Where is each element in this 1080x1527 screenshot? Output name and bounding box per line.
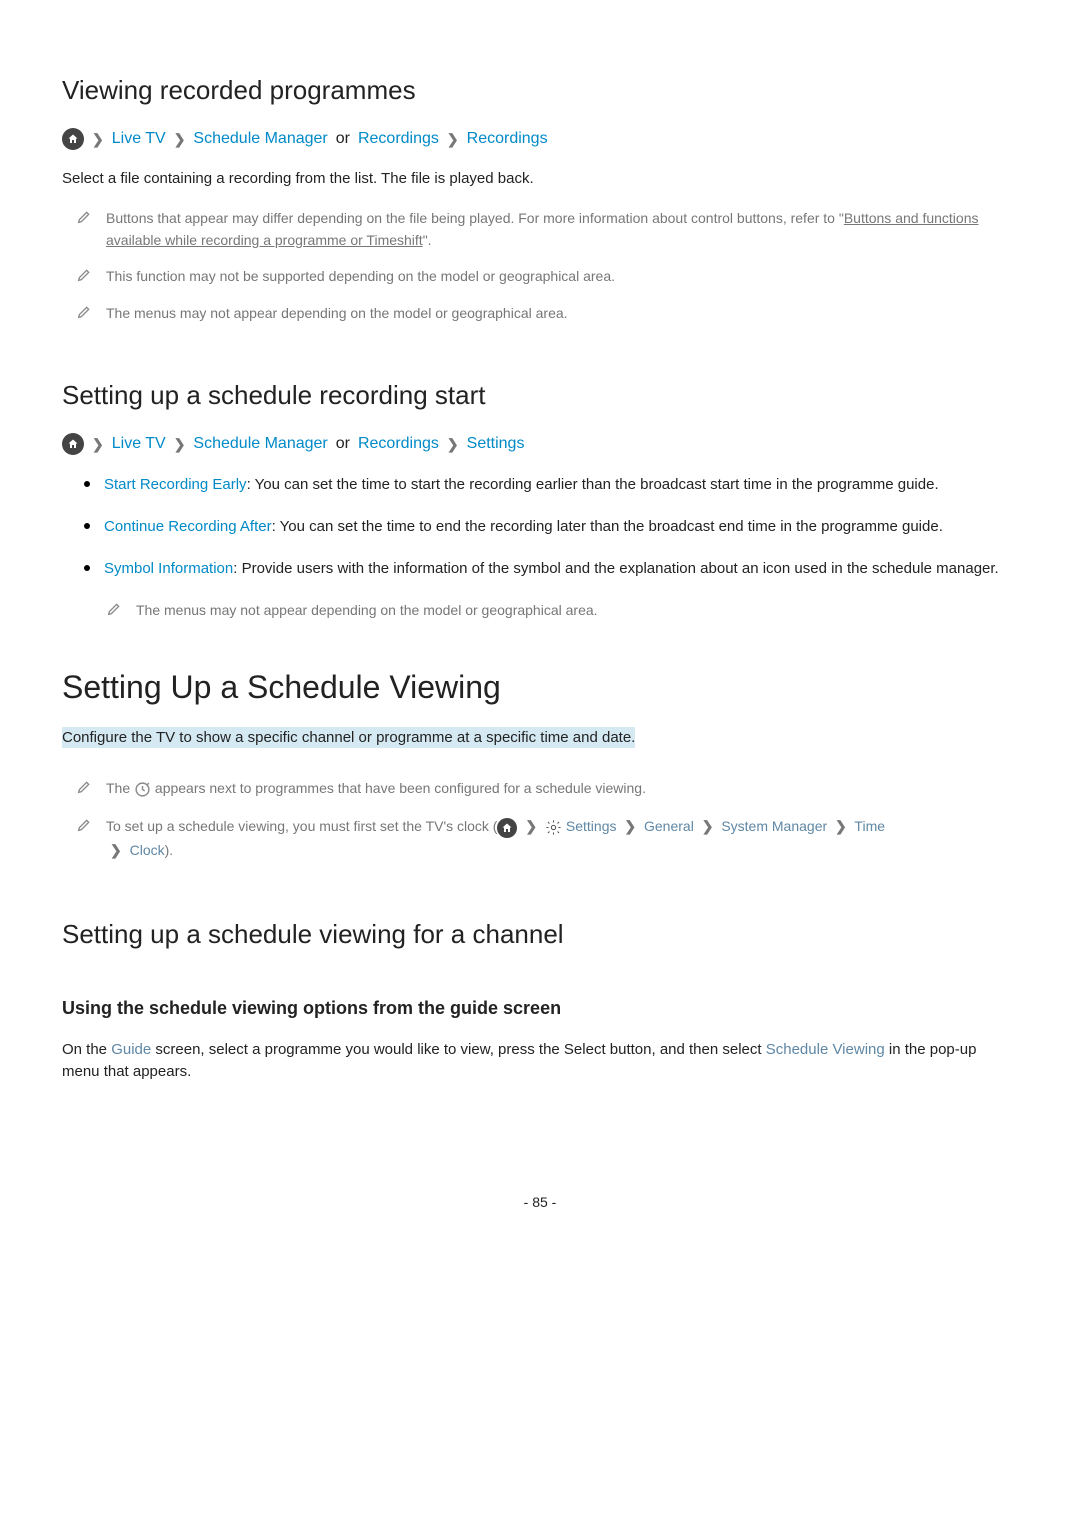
option-label: Start Recording Early bbox=[104, 476, 247, 493]
crumb-recordings-2: Recordings bbox=[467, 130, 548, 148]
crumb-live-tv: Live TV bbox=[112, 130, 166, 148]
crumb-recordings: Recordings bbox=[358, 130, 439, 148]
link-schedule-viewing: Schedule Viewing bbox=[766, 1041, 885, 1058]
crumb-clock: Clock bbox=[130, 842, 165, 858]
chevron-icon: ❯ bbox=[92, 436, 104, 453]
crumb-system-manager: System Manager bbox=[721, 818, 827, 834]
pencil-icon bbox=[76, 304, 92, 320]
note-row: The appears next to programmes that have… bbox=[76, 777, 1018, 801]
option-label: Continue Recording After bbox=[104, 518, 272, 535]
chevron-icon: ❯ bbox=[447, 131, 459, 148]
crumb-schedule-manager: Schedule Manager bbox=[193, 435, 327, 453]
option-desc: : You can set the time to start the reco… bbox=[247, 476, 939, 493]
note-row: Buttons that appear may differ depending… bbox=[76, 207, 1018, 252]
crumb-general: General bbox=[644, 818, 694, 834]
description-text: Select a file containing a recording fro… bbox=[62, 168, 1018, 191]
chevron-icon: ❯ bbox=[624, 815, 636, 839]
heading-schedule-recording: Setting up a schedule recording start bbox=[62, 380, 1018, 411]
gear-icon bbox=[545, 819, 562, 836]
pencil-icon bbox=[76, 779, 92, 795]
crumb-time: Time bbox=[854, 818, 885, 834]
breadcrumb-settings: ❯ Live TV ❯ Schedule Manager or Recordin… bbox=[62, 433, 1018, 455]
bullet-icon bbox=[84, 523, 90, 529]
description-text: On the Guide screen, select a programme … bbox=[62, 1039, 1018, 1084]
bullet-icon bbox=[84, 565, 90, 571]
bullet-text: Continue Recording After: You can set th… bbox=[104, 515, 943, 539]
chevron-icon: ❯ bbox=[110, 839, 122, 863]
heading-schedule-viewing: Setting Up a Schedule Viewing bbox=[62, 669, 1018, 706]
note-part: To set up a schedule viewing, you must f… bbox=[106, 818, 497, 834]
highlight-text: Configure the TV to show a specific chan… bbox=[62, 727, 635, 748]
chevron-icon: ❯ bbox=[702, 815, 714, 839]
text-part: screen, select a programme you would lik… bbox=[151, 1041, 766, 1058]
bullet-list: Start Recording Early: You can set the t… bbox=[84, 473, 1018, 581]
bullet-text: Symbol Information: Provide users with t… bbox=[104, 557, 999, 581]
pencil-icon bbox=[106, 601, 122, 617]
heading-schedule-channel: Setting up a schedule viewing for a chan… bbox=[62, 919, 1018, 950]
link-guide: Guide bbox=[111, 1041, 151, 1058]
crumb-settings: Settings bbox=[566, 818, 617, 834]
text-part: On the bbox=[62, 1041, 111, 1058]
option-desc: : Provide users with the information of … bbox=[233, 560, 998, 577]
note-row: To set up a schedule viewing, you must f… bbox=[76, 815, 1018, 863]
crumb-recordings: Recordings bbox=[358, 435, 439, 453]
note-text: Buttons that appear may differ depending… bbox=[106, 207, 1018, 252]
chevron-icon: ❯ bbox=[525, 815, 537, 839]
chevron-icon: ❯ bbox=[174, 436, 186, 453]
list-item: Start Recording Early: You can set the t… bbox=[84, 473, 1018, 497]
crumb-or: or bbox=[336, 435, 350, 453]
bullet-icon bbox=[84, 481, 90, 487]
note-text: To set up a schedule viewing, you must f… bbox=[106, 815, 885, 863]
list-item: Symbol Information: Provide users with t… bbox=[84, 557, 1018, 581]
pencil-icon bbox=[76, 817, 92, 833]
chevron-icon: ❯ bbox=[92, 131, 104, 148]
option-label: Symbol Information bbox=[104, 560, 233, 577]
list-item: Continue Recording After: You can set th… bbox=[84, 515, 1018, 539]
note-text-part: Buttons that appear may differ depending… bbox=[106, 210, 844, 226]
bullet-text: Start Recording Early: You can set the t… bbox=[104, 473, 939, 497]
note-text: The appears next to programmes that have… bbox=[106, 777, 646, 801]
note-text-part: ". bbox=[423, 232, 432, 248]
note-part: ). bbox=[165, 842, 174, 858]
home-icon bbox=[62, 433, 84, 455]
chevron-icon: ❯ bbox=[447, 436, 459, 453]
option-desc: : You can set the time to end the record… bbox=[272, 518, 943, 535]
note-row: This function may not be supported depen… bbox=[76, 265, 1018, 287]
page-number: - 85 - bbox=[62, 1194, 1018, 1210]
clock-icon bbox=[134, 781, 151, 798]
breadcrumb-recordings: ❯ Live TV ❯ Schedule Manager or Recordin… bbox=[62, 128, 1018, 150]
note-row: The menus may not appear depending on th… bbox=[76, 302, 1018, 324]
note-text: The menus may not appear depending on th… bbox=[106, 302, 568, 324]
note-row-nested: The menus may not appear depending on th… bbox=[106, 599, 1018, 621]
crumb-live-tv: Live TV bbox=[112, 435, 166, 453]
chevron-icon: ❯ bbox=[174, 131, 186, 148]
heading-viewing-recorded: Viewing recorded programmes bbox=[62, 75, 1018, 106]
crumb-schedule-manager: Schedule Manager bbox=[193, 130, 327, 148]
note-text: The menus may not appear depending on th… bbox=[136, 599, 598, 621]
pencil-icon bbox=[76, 209, 92, 225]
pencil-icon bbox=[76, 267, 92, 283]
home-icon bbox=[62, 128, 84, 150]
home-icon bbox=[497, 818, 517, 838]
crumb-or: or bbox=[336, 130, 350, 148]
crumb-settings: Settings bbox=[467, 435, 525, 453]
note-part: The bbox=[106, 780, 134, 796]
subheading-guide-options: Using the schedule viewing options from … bbox=[62, 998, 1018, 1019]
note-text: This function may not be supported depen… bbox=[106, 265, 615, 287]
note-part: appears next to programmes that have bee… bbox=[151, 780, 646, 796]
chevron-icon: ❯ bbox=[835, 815, 847, 839]
